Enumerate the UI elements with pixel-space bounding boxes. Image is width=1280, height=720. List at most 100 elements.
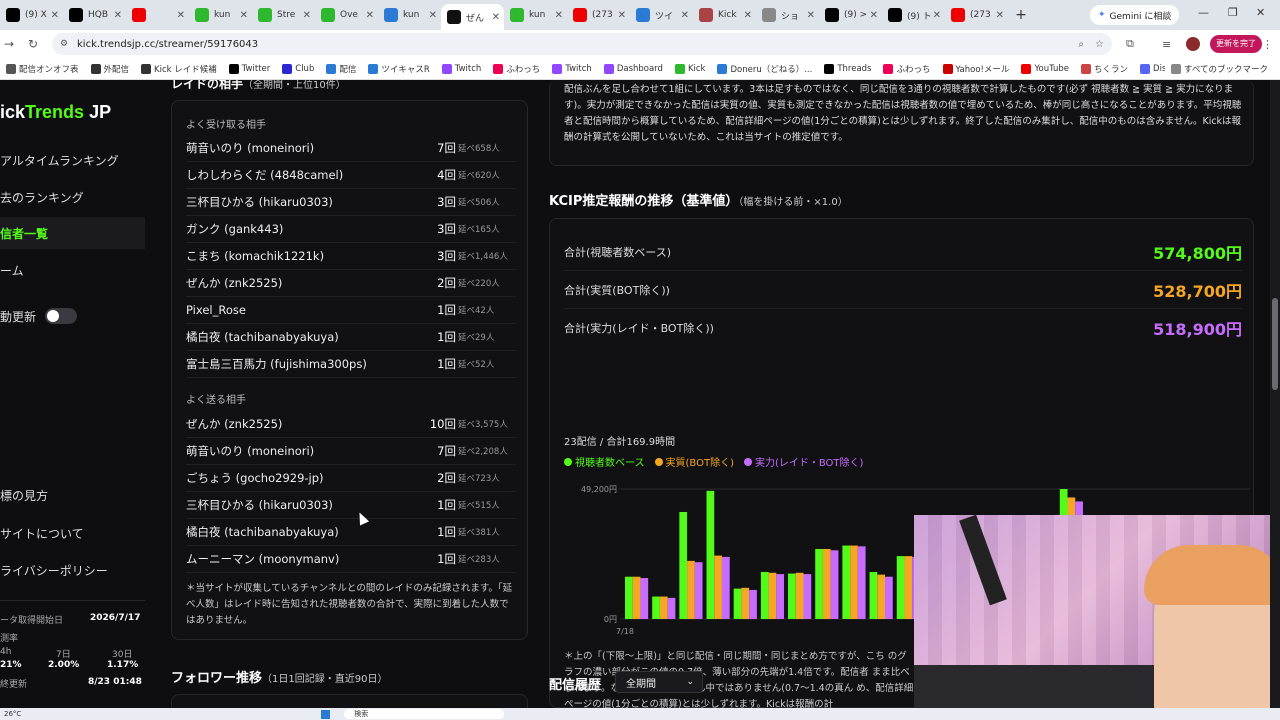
bookmark-item[interactable]: ふわっち [487,63,546,75]
browser-tab[interactable]: ぜん ✕ [441,4,504,30]
windows-icon[interactable] [321,709,331,719]
close-tab-icon[interactable]: ✕ [807,10,815,21]
bookmark-item[interactable]: 外配信 [85,63,136,75]
bookmark-item[interactable]: Kick レイド候補 [135,63,223,75]
raid-row[interactable]: 萌音いのり (moneinori) 7回 延べ658人 [186,135,516,162]
browser-tab[interactable]: (9) > ✕ [819,0,882,30]
maximize-icon[interactable]: ❐ [1228,6,1238,19]
close-tab-icon[interactable]: ✕ [114,10,122,21]
browser-tab[interactable]: (9) ト ✕ [882,0,945,30]
bookmark-item[interactable]: Twitch [546,63,598,74]
close-tab-icon[interactable]: ✕ [870,10,878,21]
browser-tab[interactable]: HQB ✕ [63,0,126,30]
raid-row[interactable]: Pixel_Rose 1回 延べ42人 [186,297,516,324]
bookmark-item[interactable]: ふわっち [877,63,936,75]
bookmark-item[interactable]: Doneru（どねる）... [711,63,818,75]
auto-update-toggle[interactable] [45,308,77,324]
bookmark-label: 配信 [339,64,357,75]
raid-row[interactable]: ぜんか (znk2525) 10回 延べ3,575人 [186,411,516,438]
raid-row[interactable]: ムーニーマン (moonymanv) 1回 延べ283人 [186,546,516,573]
browser-tab[interactable]: kun ✕ [504,0,567,30]
raid-row[interactable]: 富士島三百馬力 (fujishima300ps) 1回 延べ52人 [186,351,516,378]
taskbar-search[interactable]: 検索 [344,709,505,719]
close-tab-icon[interactable]: ✕ [996,10,1004,21]
close-tab-icon[interactable]: ✕ [681,10,689,21]
raid-row[interactable]: 橘白夜 (tachibanabyakuya) 1回 延べ29人 [186,324,516,351]
bookmark-item[interactable]: Club [276,63,320,74]
browser-tab[interactable]: kun ✕ [189,0,252,30]
nav-past-ranking[interactable]: 去のランキング [0,181,145,213]
zoom-icon[interactable]: ⌕ [1078,39,1084,50]
bookmark-icon [603,63,614,74]
menu-icon[interactable]: ⋮ [1262,38,1273,51]
raid-row[interactable]: 萌音いのり (moneinori) 7回 延べ2,208人 [186,438,516,465]
close-tab-icon[interactable]: ✕ [429,10,437,21]
bookmark-item[interactable]: Kick [669,63,712,74]
raid-row[interactable]: ガンク (gank443) 3回 延べ165人 [186,216,516,243]
raid-row[interactable]: ごちょう (gocho2929-jp) 2回 延べ723人 [186,465,516,492]
close-tab-icon[interactable]: ✕ [51,10,59,21]
site-info-icon[interactable]: ⚙ [60,39,68,49]
close-icon[interactable]: ✕ [1256,6,1265,19]
close-tab-icon[interactable]: ✕ [618,10,626,21]
nav-home[interactable]: ーム [0,254,145,286]
forward-icon[interactable]: → [4,37,14,51]
url-field[interactable]: ⚙ kick.trendsjp.cc/streamer/59176043 ⌕ ☆ [52,33,1112,55]
bookmark-item[interactable]: 配信オンオフ表 [0,63,85,75]
history-period-select[interactable]: 全期間 ⌄ [615,671,703,693]
bookmark-item[interactable]: Dashboard [598,63,669,74]
browser-tab[interactable]: Kick ✕ [693,0,756,30]
browser-tab[interactable]: kun ✕ [378,0,441,30]
gemini-button[interactable]: ✦ Gemini に相談 [1090,5,1180,25]
raid-row[interactable]: 三杯目ひかる (hikaru0303) 1回 延べ515人 [186,492,516,519]
raid-row[interactable]: しわしわらくだ (4848camel) 4回 延べ620人 [186,162,516,189]
site-logo[interactable]: ickTrends JP [0,102,111,123]
bookmark-item[interactable]: YouTube [1015,63,1075,74]
close-tab-icon[interactable]: ✕ [303,10,311,21]
close-tab-icon[interactable]: ✕ [744,10,752,21]
raid-row[interactable]: こまち (komachik1221k) 3回 延べ1,446人 [186,243,516,270]
close-tab-icon[interactable]: ✕ [240,10,248,21]
all-bookmarks[interactable]: すべてのブックマーク [1164,62,1274,75]
avatar[interactable] [1186,37,1200,51]
star-icon[interactable]: ☆ [1095,39,1104,50]
bookmark-item[interactable]: Twitch [436,63,488,74]
browser-tab[interactable]: Stre ✕ [252,0,315,30]
nav-streamer-list[interactable]: 信者一覧 [0,217,145,249]
browser-tab[interactable]: ✕ [126,0,189,30]
close-tab-icon[interactable]: ✕ [177,10,185,21]
new-tab-button[interactable]: + [1008,7,1034,23]
close-tab-icon[interactable]: ✕ [492,12,500,23]
raid-count: 3回 [437,195,456,209]
nav-realtime-ranking[interactable]: アルタイムランキング [0,144,145,176]
reading-list-icon[interactable]: ≡ [1162,38,1171,51]
extensions-icon[interactable]: ⧉ [1126,37,1134,51]
x-icon [6,8,20,22]
browser-tab[interactable]: (273 ✕ [567,0,630,30]
scrollbar[interactable] [1270,80,1280,708]
update-button[interactable]: 更新を完了 [1210,35,1262,53]
bookmark-item[interactable]: ツイキャスR [362,63,435,75]
scrollbar-thumb[interactable] [1272,298,1278,390]
nav-how-to-read[interactable]: 標の見方 [0,479,145,511]
close-tab-icon[interactable]: ✕ [933,10,941,21]
browser-tab[interactable]: (9) X ✕ [0,0,63,30]
close-tab-icon[interactable]: ✕ [366,10,374,21]
bookmark-item[interactable]: Threads [818,63,877,74]
raid-row[interactable]: ぜんか (znk2525) 2回 延べ220人 [186,270,516,297]
minimize-icon[interactable]: — [1198,6,1209,19]
browser-tab[interactable]: ショ ✕ [756,0,819,30]
browser-tab[interactable]: ツイ ✕ [630,0,693,30]
raid-row[interactable]: 三杯目ひかる (hikaru0303) 3回 延べ506人 [186,189,516,216]
bookmark-item[interactable]: Yahoo!メール [937,63,1016,75]
nav-about[interactable]: サイトについて [0,517,145,549]
raid-row[interactable]: 橘白夜 (tachibanabyakuya) 1回 延べ381人 [186,519,516,546]
nav-privacy[interactable]: ライバシーポリシー [0,554,145,586]
bookmark-item[interactable]: ちくラン [1075,63,1134,75]
bookmark-item[interactable]: 配信 [320,63,362,75]
bookmark-item[interactable]: Twitter [223,63,277,74]
browser-tab[interactable]: Ove ✕ [315,0,378,30]
browser-tab[interactable]: (273 ✕ [945,0,1008,30]
close-tab-icon[interactable]: ✕ [555,10,563,21]
reload-icon[interactable]: ↻ [28,37,38,51]
